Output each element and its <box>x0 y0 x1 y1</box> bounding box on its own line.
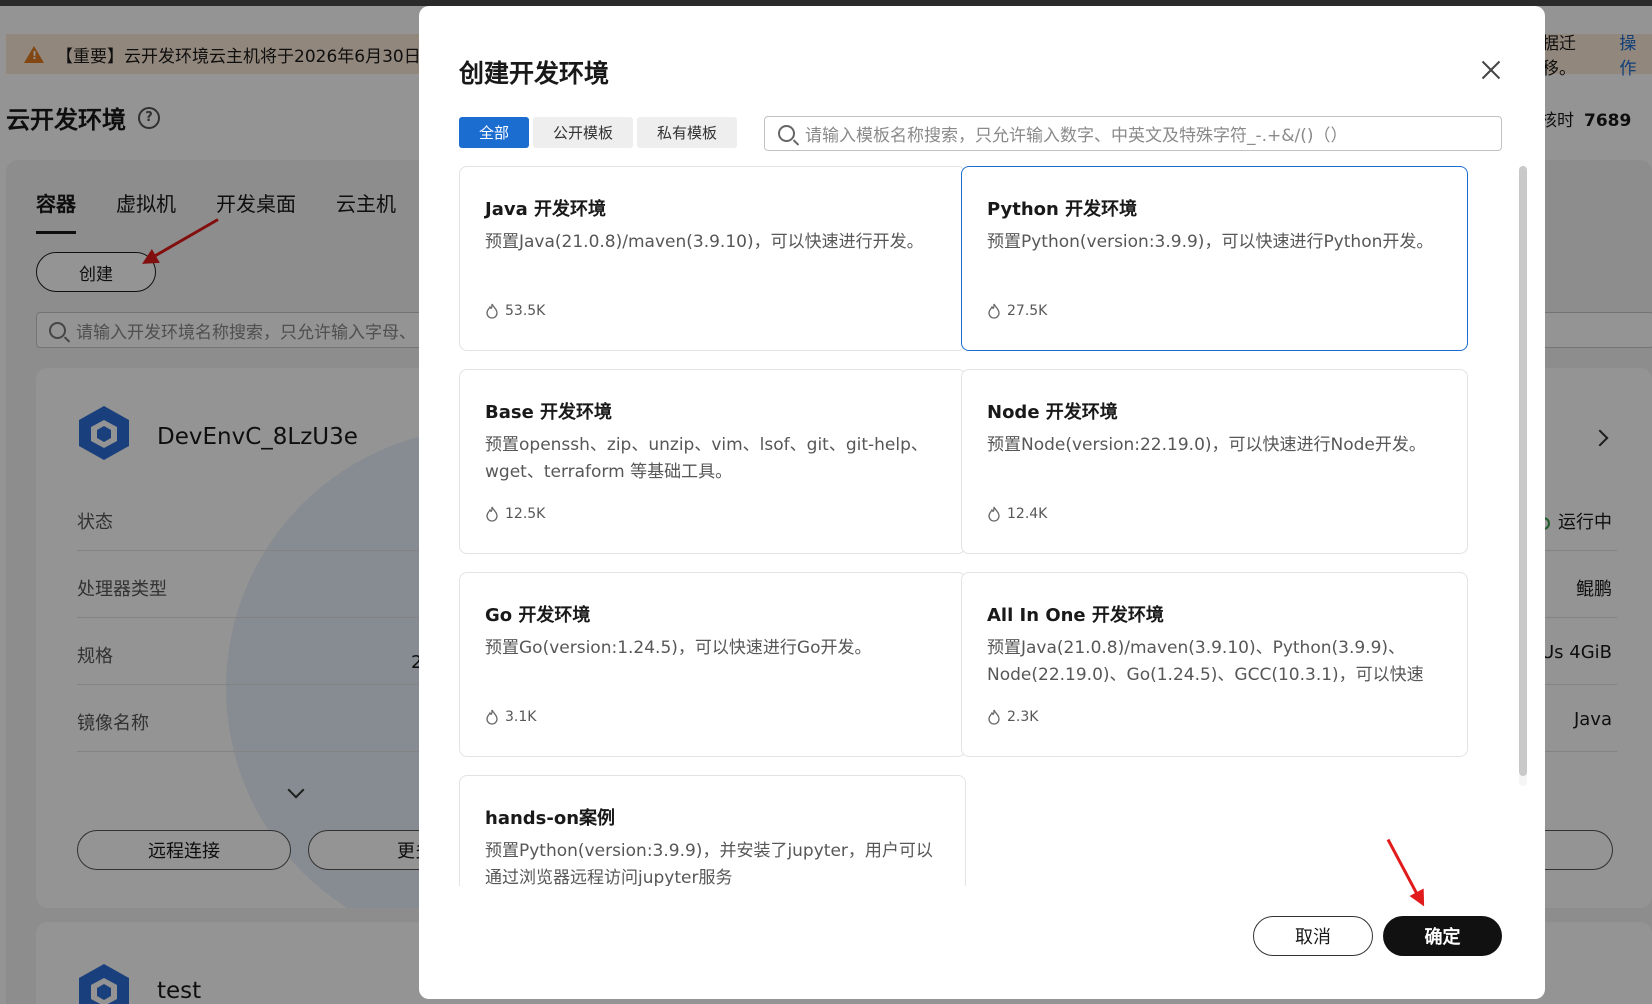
filter-all[interactable]: 全部 <box>459 117 530 148</box>
dialog-title: 创建开发环境 <box>459 59 610 88</box>
heat-value: 12.4K <box>1007 506 1048 522</box>
template-card-python[interactable]: Python 开发环境 预置Python(version:3.9.9)，可以快速… <box>961 166 1468 351</box>
heat-value: 12.5K <box>505 506 546 522</box>
template-title: Java 开发环境 <box>485 199 606 220</box>
template-heat: 12.5K <box>485 506 545 522</box>
template-title: hands-on案例 <box>485 808 616 829</box>
confirm-button[interactable]: 确定 <box>1383 916 1502 956</box>
template-card-java[interactable]: Java 开发环境 预置Java(21.0.8)/maven(3.9.10)，可… <box>459 166 966 351</box>
template-grid: Java 开发环境 预置Java(21.0.8)/maven(3.9.10)，可… <box>459 166 1504 886</box>
template-card-hands-on[interactable]: hands-on案例 预置Python(version:3.9.9)，并安装了j… <box>459 775 966 886</box>
template-title: Go 开发环境 <box>485 605 591 626</box>
template-title: Python 开发环境 <box>987 199 1138 220</box>
template-title: Base 开发环境 <box>485 402 613 423</box>
template-heat: 2.3K <box>987 709 1038 725</box>
flame-icon <box>486 709 498 725</box>
template-card-all-in-one[interactable]: All In One 开发环境 预置Java(21.0.8)/maven(3.9… <box>961 572 1468 757</box>
template-card-node[interactable]: Node 开发环境 预置Node(version:22.19.0)，可以快速进行… <box>961 369 1468 554</box>
template-heat: 27.5K <box>987 303 1047 319</box>
flame-icon <box>988 709 1000 725</box>
template-desc: 预置Node(version:22.19.0)，可以快速进行Node开发。 <box>987 435 1426 455</box>
template-card-go[interactable]: Go 开发环境 预置Go(version:1.24.5)，可以快速进行Go开发。… <box>459 572 966 757</box>
template-desc: 预置Python(version:3.9.9)，并安装了jupyter，用户可以… <box>485 841 933 886</box>
template-heat: 12.4K <box>987 506 1047 522</box>
template-card-base[interactable]: Base 开发环境 预置openssh、zip、unzip、vim、lsof、g… <box>459 369 966 554</box>
search-icon <box>778 125 795 142</box>
flame-icon <box>486 506 498 522</box>
template-desc: 预置openssh、zip、unzip、vim、lsof、git、git-hel… <box>485 435 928 482</box>
template-title: All In One 开发环境 <box>987 605 1164 626</box>
template-filter: 全部 公开模板 私有模板 <box>459 117 738 148</box>
flame-icon <box>988 506 1000 522</box>
close-icon[interactable] <box>1479 58 1503 82</box>
create-env-dialog: 创建开发环境 全部 公开模板 私有模板 请输入模板名称搜索，只允许输入数字、中英… <box>419 6 1545 999</box>
filter-public[interactable]: 公开模板 <box>533 117 634 148</box>
template-desc: 预置Python(version:3.9.9)，可以快速进行Python开发。 <box>987 232 1434 252</box>
filter-private[interactable]: 私有模板 <box>637 117 738 148</box>
cancel-button[interactable]: 取消 <box>1253 916 1373 956</box>
flame-icon <box>486 303 498 319</box>
template-search-placeholder: 请输入模板名称搜索，只允许输入数字、中英文及特殊字符_-.+&/()（） <box>805 126 1348 146</box>
template-heat: 53.5K <box>485 303 545 319</box>
template-heat: 3.1K <box>485 709 536 725</box>
flame-icon <box>988 303 1000 319</box>
heat-value: 3.1K <box>505 709 537 725</box>
template-desc: 预置Java(21.0.8)/maven(3.9.10)，可以快速进行开发。 <box>485 232 924 252</box>
template-desc: 预置Go(version:1.24.5)，可以快速进行Go开发。 <box>485 638 872 658</box>
template-title: Node 开发环境 <box>987 402 1118 423</box>
heat-value: 2.3K <box>1007 709 1039 725</box>
template-search-input[interactable]: 请输入模板名称搜索，只允许输入数字、中英文及特殊字符_-.+&/()（） <box>764 116 1502 151</box>
heat-value: 27.5K <box>1007 303 1048 319</box>
scrollbar-thumb[interactable] <box>1519 166 1527 776</box>
heat-value: 53.5K <box>505 303 546 319</box>
template-desc: 预置Java(21.0.8)/maven(3.9.10)、Python(3.9.… <box>987 638 1424 685</box>
